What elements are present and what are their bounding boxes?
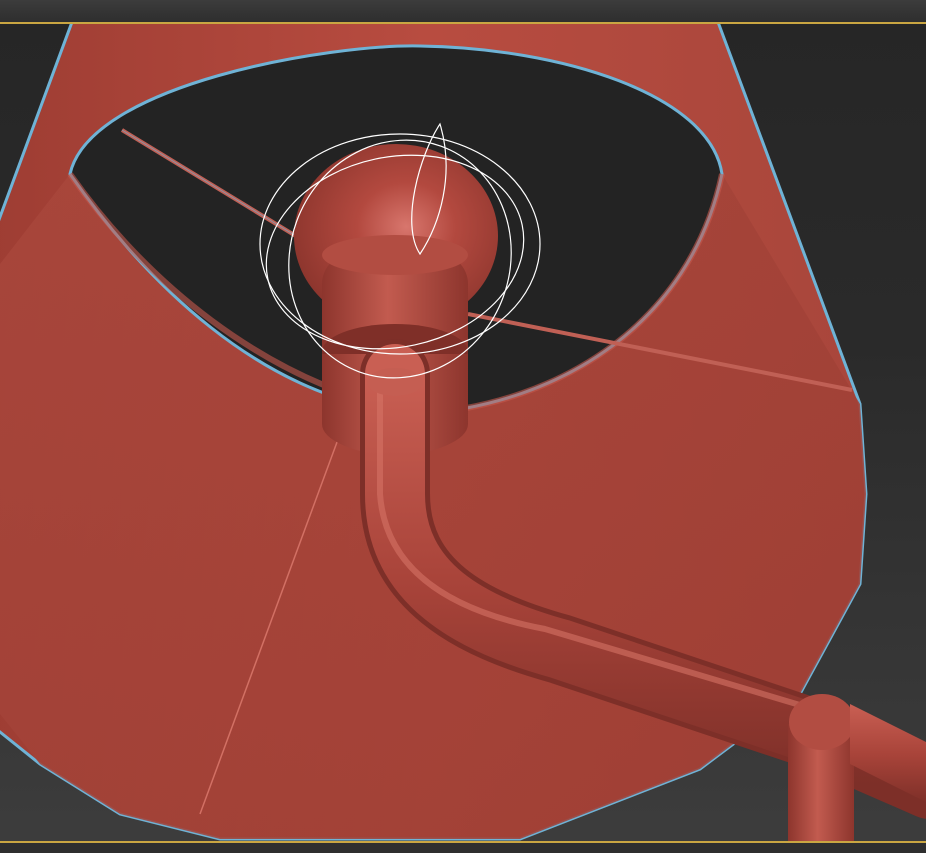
viewport-top-bar [0,0,926,22]
perspective-viewport[interactable] [0,0,926,853]
lamp-joint[interactable] [788,694,926,841]
scene-canvas[interactable] [0,24,926,841]
viewport-bottom-bar [0,843,926,853]
